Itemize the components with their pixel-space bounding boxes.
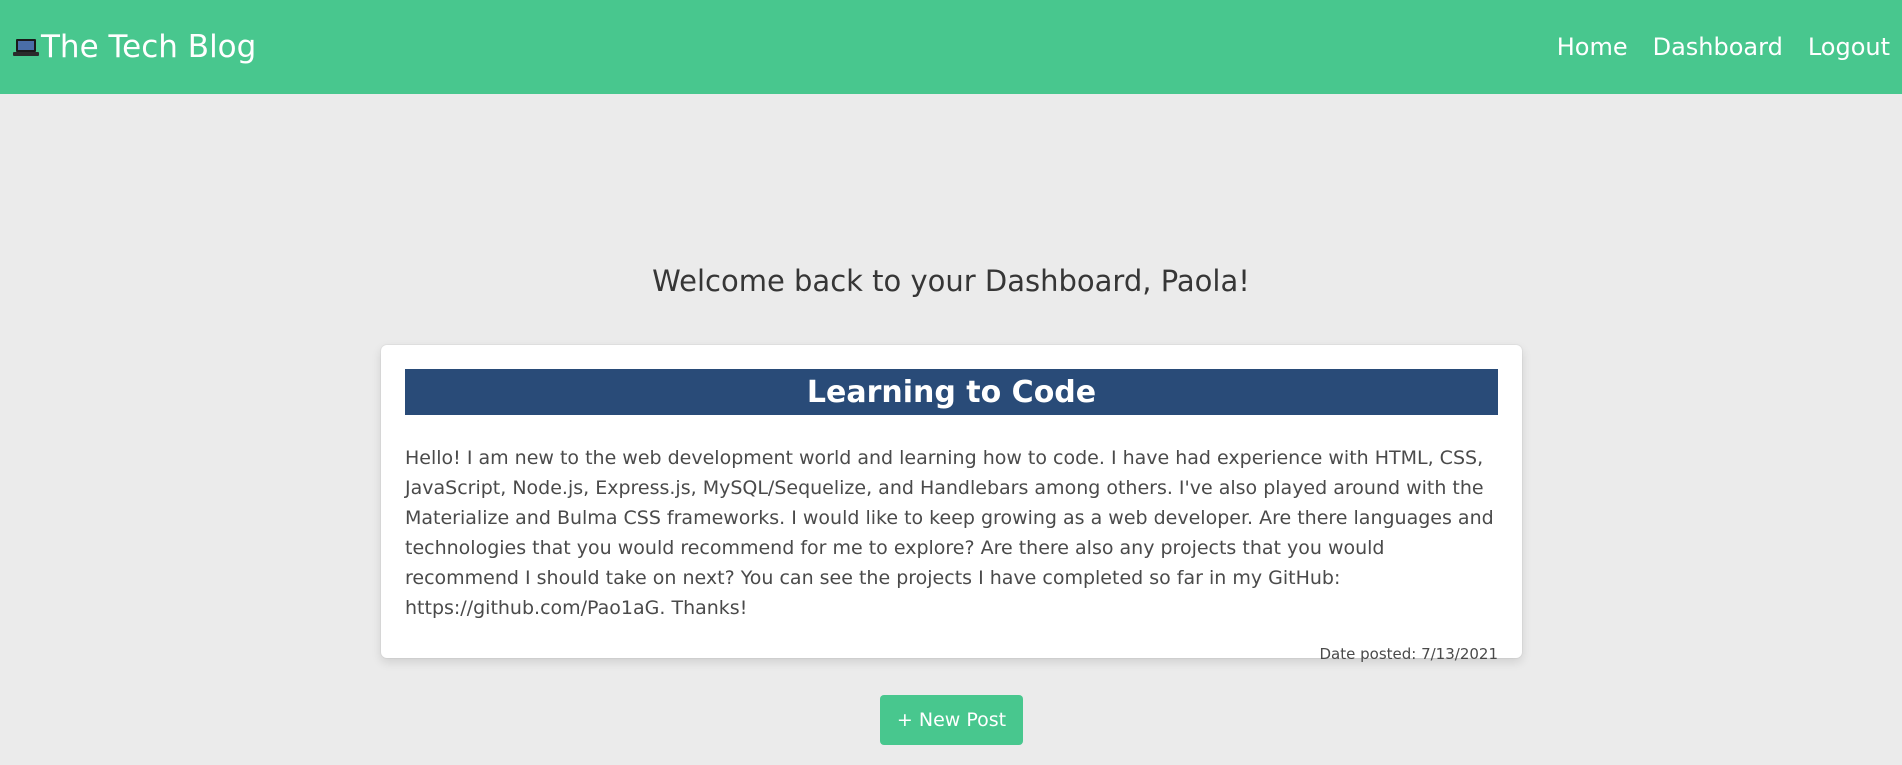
dashboard-main: Welcome back to your Dashboard, Paola! L… (0, 94, 1902, 765)
nav-link-logout[interactable]: Logout (1808, 33, 1890, 61)
post-card[interactable]: Learning to Code Hello! I am new to the … (381, 345, 1522, 663)
nav-link-home[interactable]: Home (1557, 33, 1628, 61)
post-date: Date posted: 7/13/2021 (1319, 645, 1499, 663)
brand-title: The Tech Blog (41, 29, 257, 65)
post-title: Learning to Code (405, 369, 1498, 415)
brand-link[interactable]: The Tech Blog (12, 29, 256, 65)
navbar: The Tech Blog Home Dashboard Logout (0, 0, 1902, 94)
welcome-heading: Welcome back to your Dashboard, Paola! (652, 264, 1250, 298)
nav-links: Home Dashboard Logout (1557, 33, 1890, 61)
post-body: Hello! I am new to the web development w… (405, 447, 1494, 619)
laptop-icon (12, 33, 40, 61)
new-post-button[interactable]: + New Post (880, 695, 1023, 745)
nav-link-dashboard[interactable]: Dashboard (1653, 33, 1783, 61)
